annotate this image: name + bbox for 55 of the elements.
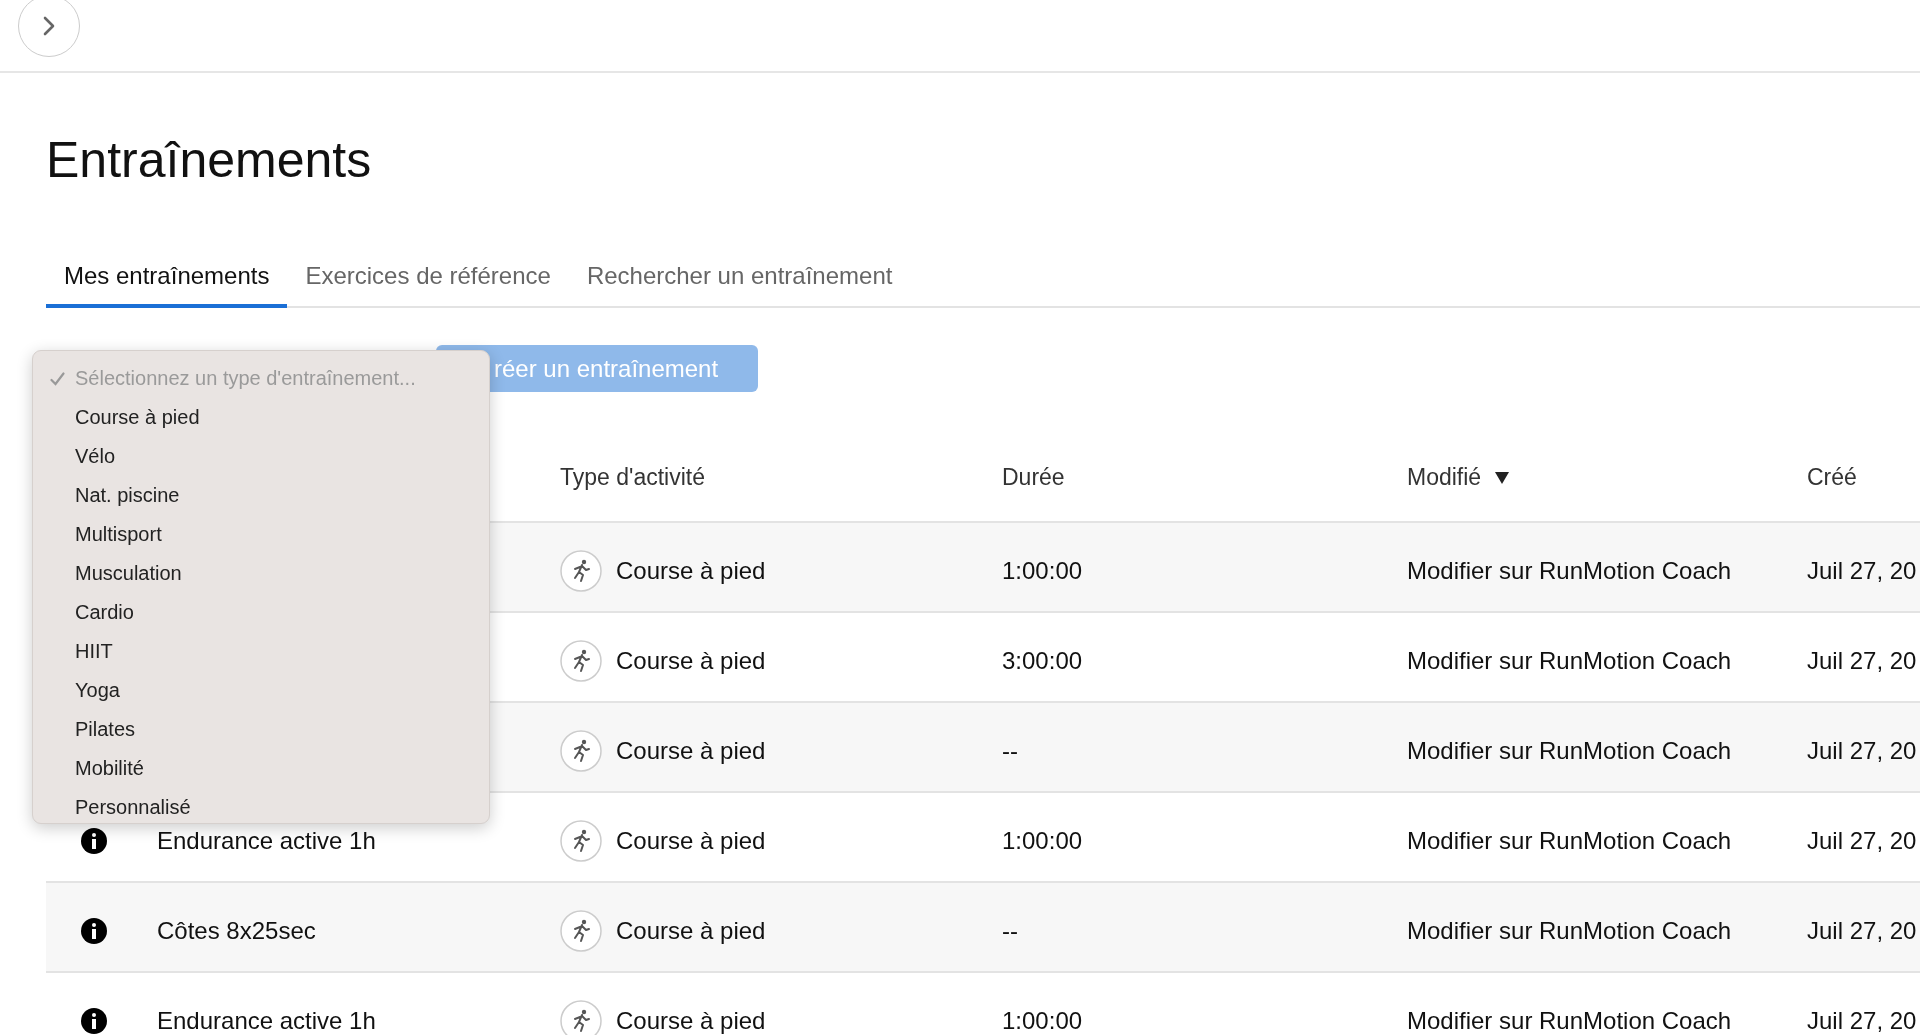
edit-link[interactable]: Modifier sur RunMotion Coach <box>1407 1007 1732 1035</box>
column-header[interactable]: Créé <box>1807 464 1857 491</box>
edit-link[interactable]: Modifier sur RunMotion Coach <box>1407 557 1732 585</box>
created-date: Juil 27, 20 <box>1807 737 1917 765</box>
page-title: Entraînements <box>46 131 373 190</box>
edit-link[interactable]: Modifier sur RunMotion Coach <box>1407 917 1732 945</box>
duration: -- <box>1002 737 1018 765</box>
menu-option[interactable]: Course à pied <box>75 406 200 429</box>
workout-name[interactable]: Endurance active 1h <box>157 827 376 855</box>
info-icon[interactable] <box>81 1008 107 1034</box>
runner-icon <box>560 550 602 592</box>
runner-icon <box>560 820 602 862</box>
edit-link[interactable]: Modifier sur RunMotion Coach <box>1407 647 1732 675</box>
activity-type: Course à pied <box>616 557 766 585</box>
menu-option[interactable]: Vélo <box>75 445 116 468</box>
activity-type: Course à pied <box>616 647 766 675</box>
created-date: Juil 27, 20 <box>1807 1007 1917 1035</box>
activity-type: Course à pied <box>616 737 766 765</box>
column-header[interactable]: Type d'activité <box>560 464 706 491</box>
edit-link[interactable]: Modifier sur RunMotion Coach <box>1407 827 1732 855</box>
activity-type: Course à pied <box>616 1007 766 1035</box>
sort-descending-icon[interactable] <box>1495 471 1510 484</box>
menu-option[interactable]: Cardio <box>75 601 134 624</box>
menu-option[interactable]: Musculation <box>75 562 182 585</box>
duration: 1:00:00 <box>1002 557 1083 585</box>
column-header[interactable]: Modifié <box>1407 464 1482 491</box>
created-date: Juil 27, 20 <box>1807 917 1917 945</box>
duration: 3:00:00 <box>1002 647 1083 675</box>
menu-option[interactable]: Nat. piscine <box>75 484 180 507</box>
duration: -- <box>1002 917 1018 945</box>
tab[interactable]: Rechercher un entraînement <box>568 248 911 308</box>
workout-name[interactable]: Côtes 8x25sec <box>157 917 316 945</box>
tab[interactable]: Exercices de référence <box>287 248 569 308</box>
runner-icon <box>560 640 602 682</box>
menu-option[interactable]: Pilates <box>75 718 136 741</box>
created-date: Juil 27, 20 <box>1807 647 1917 675</box>
menu-option[interactable]: HIIT <box>75 640 113 663</box>
menu-option[interactable]: Personnalisé <box>75 796 191 819</box>
created-date: Juil 27, 20 <box>1807 557 1917 585</box>
tab[interactable]: Mes entraînements <box>46 248 288 308</box>
runner-icon <box>560 730 602 772</box>
menu-option[interactable]: Multisport <box>75 523 162 546</box>
edit-link[interactable]: Modifier sur RunMotion Coach <box>1407 737 1732 765</box>
created-date: Juil 27, 20 <box>1807 827 1917 855</box>
info-icon[interactable] <box>81 918 107 944</box>
workout-name[interactable]: Endurance active 1h <box>157 1007 376 1035</box>
info-icon[interactable] <box>81 828 107 854</box>
column-header[interactable]: Durée <box>1002 464 1065 491</box>
runner-icon <box>560 910 602 952</box>
duration: 1:00:00 <box>1002 1007 1083 1035</box>
menu-option[interactable]: Yoga <box>75 679 120 702</box>
duration: 1:00:00 <box>1002 827 1083 855</box>
menu-option[interactable]: Mobilité <box>75 757 144 780</box>
activity-type: Course à pied <box>616 917 766 945</box>
activity-type: Course à pied <box>616 827 766 855</box>
